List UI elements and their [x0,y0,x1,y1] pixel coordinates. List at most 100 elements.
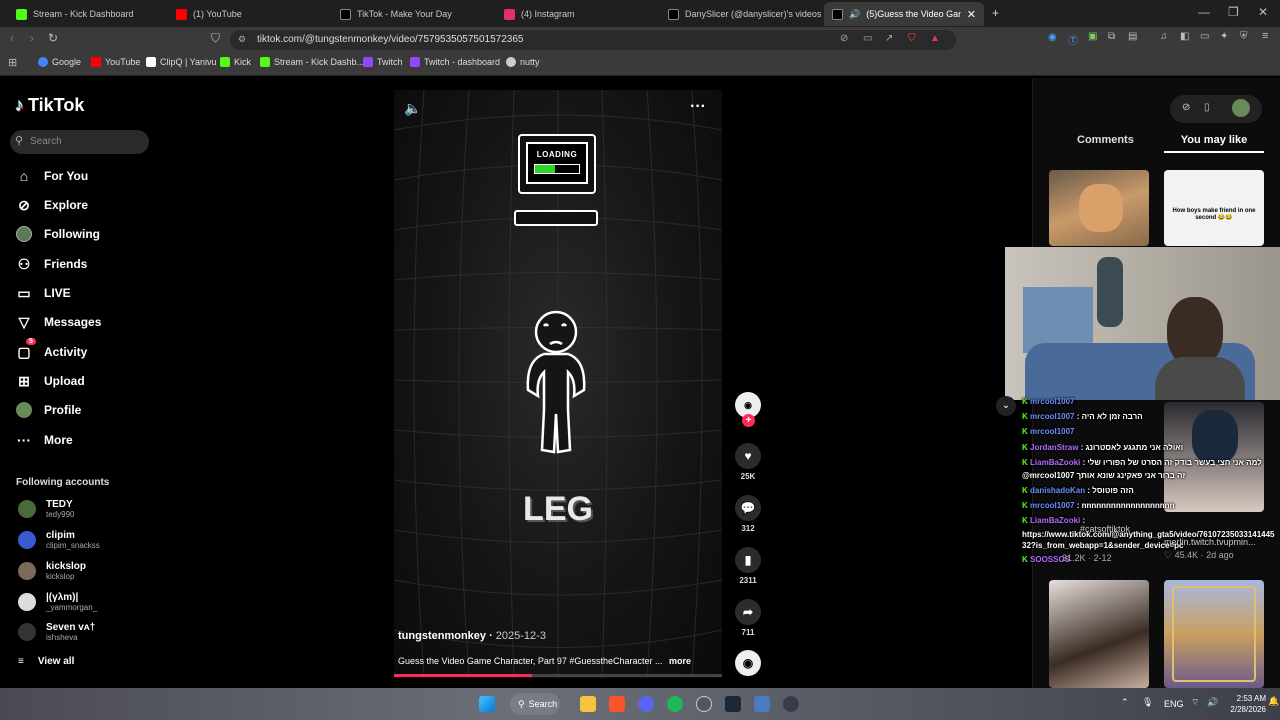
creator-avatar-button[interactable]: ◉ + [734,392,762,427]
like-button[interactable]: ♥ 25K [734,443,762,481]
steam-icon[interactable] [725,696,741,712]
bookmark-google[interactable]: Google [38,57,81,67]
clock[interactable]: 2:53 AM 2/28/2026 [1222,693,1266,715]
translate-icon[interactable]: Ⓣ [1068,32,1078,47]
mute-site-icon[interactable]: ⊘ [840,33,848,44]
extension-icon[interactable]: ◉ [1048,32,1057,43]
tab-instagram[interactable]: (4) Instagram [496,2,660,26]
app-icon[interactable] [783,696,799,712]
compass-icon[interactable]: ⊘ [1182,102,1190,113]
spotify-icon[interactable] [667,696,683,712]
sidebar-icon[interactable]: ▤ [1128,31,1137,42]
media-icon[interactable]: ♫ [1160,31,1168,42]
nav-more[interactable]: ··· More [16,432,73,448]
reload-icon[interactable]: ↻ [48,31,58,45]
back-icon[interactable]: ‹ [10,31,14,45]
bookmark-youtube[interactable]: YouTube [91,57,140,67]
tab-youtube[interactable]: (1) YouTube [168,2,332,26]
tab-you-may-like[interactable]: You may like [1164,134,1264,153]
panel-icon[interactable]: ◧ [1180,31,1189,42]
nav-explore[interactable]: ⊘ Explore [16,197,88,213]
forward-icon[interactable]: › [30,31,34,45]
follow-plus-icon[interactable]: + [742,414,755,427]
cast-icon[interactable]: ▭ [863,33,872,44]
account-item[interactable]: kickslop kickslop [18,561,86,581]
nav-upload[interactable]: ⊞ Upload [16,373,85,389]
windows-start-icon[interactable] [479,696,495,712]
tab-guess-video-game[interactable]: 🔊(5)Guess the Video Game Cha✕ [824,2,984,26]
avatar[interactable] [1232,99,1250,117]
recommended-thumbnail[interactable] [1049,170,1149,246]
view-all-link[interactable]: ≡ View all [18,656,74,667]
menu-icon[interactable]: ≡ [1262,30,1268,42]
tab-kick-dashboard[interactable]: Stream - Kick Dashboard [8,2,168,26]
account-item[interactable]: clipim clipim_snackss [18,530,100,550]
nav-friends[interactable]: ⚇ Friends [16,256,88,272]
account-item[interactable]: Seven ᴠᴀ† ishsheva [18,622,95,642]
restore-icon[interactable]: ❐ [1228,5,1239,19]
more-caption-link[interactable]: more [669,656,691,666]
share-icon[interactable]: ↗ [885,33,893,44]
nav-activity[interactable]: ▢ 5 Activity [16,338,87,360]
brave-browser-icon[interactable] [609,696,625,712]
extensions-puzzle-icon[interactable]: ⧉ [1108,31,1115,42]
nav-live[interactable]: ▭ LIVE [16,285,70,301]
extension-icon[interactable]: ▣ [1088,31,1097,42]
comment-button[interactable]: 💬 312 [734,495,762,533]
bookmark-icon[interactable]: ⛉ [211,31,220,46]
recommended-thumbnail[interactable]: How boys make friend in one second 😂😂 [1164,170,1264,246]
recommended-thumbnail[interactable] [1049,580,1149,688]
apps-grid-icon[interactable]: ⊞ [8,56,17,69]
nav-following[interactable]: Following [16,226,100,242]
account-item[interactable]: TEDY tedy990 [18,499,74,519]
discord-icon[interactable] [638,696,654,712]
notification-bell-icon[interactable]: 🔔 [1268,696,1279,707]
bookmark-kick-dashboard[interactable]: Stream - Kick Dashb... [260,57,364,67]
share-button[interactable]: ➦ 711 [734,599,762,637]
close-tab-icon[interactable]: ✕ [967,8,976,21]
phone-icon[interactable]: ▯ [1204,102,1210,113]
sound-disc-button[interactable]: ◉ [734,650,762,679]
brave-rewards-icon[interactable]: ▲ [930,33,940,44]
bookmark-kick[interactable]: Kick [220,57,251,67]
tab-tiktok[interactable]: TikTok - Make Your Day [332,2,496,26]
search-input[interactable]: ⚲ Search [10,130,149,154]
language-indicator[interactable]: ENG [1164,699,1184,709]
obs-icon[interactable] [696,696,712,712]
video-author-line[interactable]: tungstenmonkey · 2025-12-3 [398,630,546,642]
volume-icon[interactable]: 🔈 [404,100,421,117]
nav-profile[interactable]: Profile [16,402,81,418]
minimize-icon[interactable]: — [1198,5,1210,19]
nav-for-you[interactable]: ⌂ For You [16,168,88,184]
microphone-icon[interactable]: 🎙 [1142,697,1153,708]
app-icon[interactable] [754,696,770,712]
new-tab-icon[interactable]: + [992,6,999,20]
ai-icon[interactable]: ✦ [1220,31,1228,42]
bookmark-nutty[interactable]: nutty [506,57,540,67]
wifi-icon[interactable]: ⌔ [1191,697,1199,708]
more-options-icon[interactable]: ··· [690,98,706,116]
vpn-icon[interactable]: ⛨ [1240,31,1248,42]
tiktok-logo[interactable]: ♪ TikTok [15,95,84,116]
file-explorer-icon[interactable] [580,696,596,712]
video-progress-track[interactable] [394,674,722,677]
tab-danyslicer[interactable]: DanySlicer (@danyslicer)'s videos wit [660,2,824,26]
address-bar[interactable]: ⚙ tiktok.com/@tungstenmonkey/video/75795… [230,30,956,50]
save-button[interactable]: ▮ 2311 [734,547,762,585]
close-window-icon[interactable]: ✕ [1258,5,1268,19]
video-player[interactable]: LOADING LEG 🔈 ··· tungstenmonkey · 2025-… [394,90,722,678]
tab-comments[interactable]: Comments [1077,134,1134,146]
brave-shields-icon[interactable]: ⛉ [908,33,916,44]
wallet-icon[interactable]: ▭ [1200,31,1209,42]
account-item[interactable]: |(γλm)| _yammorgan_ [18,592,97,612]
site-info-icon[interactable]: ⚙ [238,34,246,45]
bookmark-clipq[interactable]: ClipQ | Yanivu [146,57,217,67]
recommended-thumbnail[interactable] [1164,580,1264,688]
bookmark-twitch[interactable]: Twitch [363,57,403,67]
scroll-down-button[interactable]: ⌄ [996,396,1016,416]
chevron-up-icon[interactable]: ⌃ [1121,697,1129,708]
bookmark-twitch-dashboard[interactable]: Twitch - dashboard [410,57,500,67]
recommended-thumbnail[interactable] [1164,402,1264,512]
taskbar-search[interactable]: ⚲ Search [510,693,560,715]
speaker-icon[interactable]: 🔊 [1207,697,1218,708]
